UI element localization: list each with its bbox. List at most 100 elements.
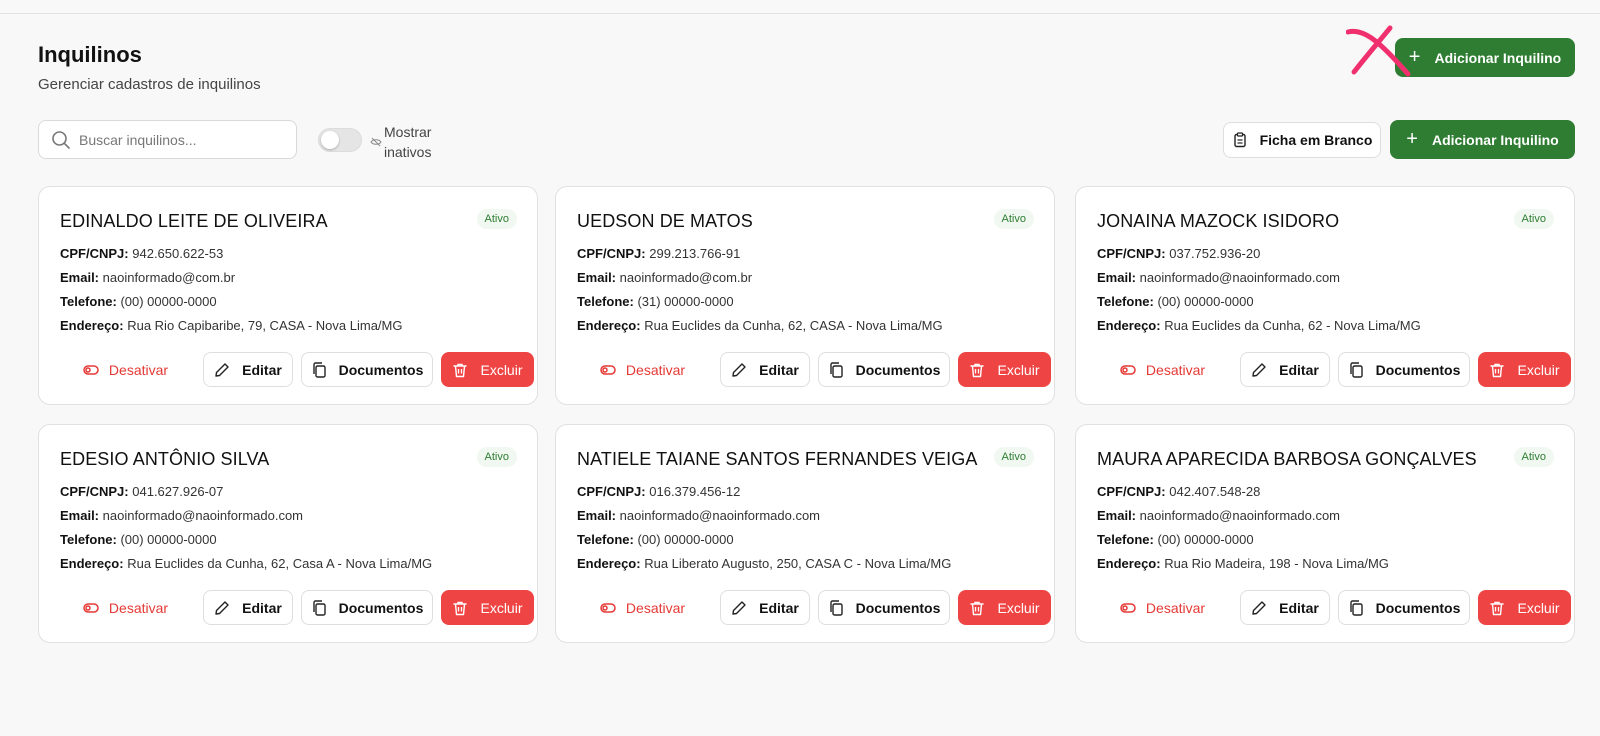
tenant-phone: Telefone: (00) 00000-0000 xyxy=(60,294,217,309)
edit-button[interactable]: Editar xyxy=(203,590,293,625)
delete-button[interactable]: Excluir xyxy=(1478,352,1571,387)
status-badge: Ativo xyxy=(993,447,1034,467)
tenant-card: EDINALDO LEITE DE OLIVEIRA Ativo CPF/CNP… xyxy=(38,186,538,405)
tenant-card: UEDSON DE MATOS Ativo CPF/CNPJ: 299.213.… xyxy=(555,186,1055,405)
card-actions: Desativar Editar Documentos Excluir xyxy=(60,590,534,625)
search-box[interactable] xyxy=(38,120,297,159)
tenant-card: NATIELE TAIANE SANTOS FERNANDES VEIGA At… xyxy=(555,424,1055,643)
cpf-value: 041.627.926-07 xyxy=(132,484,224,499)
documents-label: Documentos xyxy=(1375,599,1461,616)
deactivate-button[interactable]: Desativar xyxy=(1097,352,1228,387)
tenant-cpf: CPF/CNPJ: 942.650.622-53 xyxy=(60,246,223,261)
cpf-value: 042.407.548-28 xyxy=(1169,484,1261,499)
card-actions: Desativar Editar Documentos Excluir xyxy=(60,352,534,387)
card-actions: Desativar Editar Documentos Excluir xyxy=(577,352,1051,387)
trash-icon xyxy=(453,363,468,377)
deactivate-label: Desativar xyxy=(108,599,169,616)
tenant-address: Endereço: Rua Liberato Augusto, 250, CAS… xyxy=(577,556,951,571)
deactivate-label: Desativar xyxy=(625,361,686,378)
delete-button[interactable]: Excluir xyxy=(958,352,1051,387)
tenant-name: NATIELE TAIANE SANTOS FERNANDES VEIGA xyxy=(577,449,978,469)
phone-value: (31) 00000-0000 xyxy=(637,294,734,309)
tenant-address: Endereço: Rua Rio Madeira, 198 - Nova Li… xyxy=(1097,556,1389,571)
delete-button[interactable]: Excluir xyxy=(958,590,1051,625)
email-value: naoinformado@com.br xyxy=(619,270,753,285)
copy-icon xyxy=(829,599,843,616)
edit-button[interactable]: Editar xyxy=(720,590,810,625)
deactivate-label: Desativar xyxy=(625,599,686,616)
documents-button[interactable]: Documentos xyxy=(1338,590,1470,625)
tenant-phone: Telefone: (00) 00000-0000 xyxy=(1097,294,1254,309)
add-tenant-label: Adicionar Inquilino xyxy=(1434,49,1562,66)
cpf-label: CPF/CNPJ: xyxy=(1097,246,1166,261)
documents-label: Documentos xyxy=(1375,361,1461,378)
documents-button[interactable]: Documentos xyxy=(301,352,433,387)
card-actions: Desativar Editar Documentos Excluir xyxy=(1097,590,1571,625)
cpf-label: CPF/CNPJ: xyxy=(577,484,646,499)
edit-label: Editar xyxy=(242,361,282,378)
delete-button[interactable]: Excluir xyxy=(441,352,534,387)
address-label: Endereço: xyxy=(577,318,641,333)
address-label: Endereço: xyxy=(60,556,124,571)
status-badge: Ativo xyxy=(476,447,517,467)
toggle-off-icon xyxy=(1120,602,1136,613)
tenant-cpf: CPF/CNPJ: 037.752.936-20 xyxy=(1097,246,1260,261)
tenant-card: JONAINA MAZOCK ISIDORO Ativo CPF/CNPJ: 0… xyxy=(1075,186,1575,405)
cpf-value: 037.752.936-20 xyxy=(1169,246,1261,261)
edit-button[interactable]: Editar xyxy=(720,352,810,387)
cpf-label: CPF/CNPJ: xyxy=(1097,484,1166,499)
card-actions: Desativar Editar Documentos Excluir xyxy=(1097,352,1571,387)
toggle-knob xyxy=(321,131,339,149)
blank-form-button[interactable]: Ficha em Branco xyxy=(1223,122,1381,158)
tenant-address: Endereço: Rua Euclides da Cunha, 62, Cas… xyxy=(60,556,432,571)
delete-label: Excluir xyxy=(997,599,1040,616)
deactivate-label: Desativar xyxy=(1145,599,1206,616)
status-badge: Ativo xyxy=(1513,209,1554,229)
documents-button[interactable]: Documentos xyxy=(818,352,950,387)
edit-button[interactable]: Editar xyxy=(1240,590,1330,625)
documents-label: Documentos xyxy=(855,599,941,616)
deactivate-button[interactable]: Desativar xyxy=(1097,590,1228,625)
tenant-address: Endereço: Rua Rio Capibaribe, 79, CASA -… xyxy=(60,318,403,333)
deactivate-button[interactable]: Desativar xyxy=(577,352,708,387)
add-tenant-button[interactable]: + Adicionar Inquilino xyxy=(1390,120,1575,159)
show-inactive-toggle[interactable] xyxy=(318,128,362,152)
tenant-phone: Telefone: (00) 00000-0000 xyxy=(60,532,217,547)
email-value: naoinformado@naoinformado.com xyxy=(1139,508,1341,523)
cpf-value: 299.213.766-91 xyxy=(649,246,741,261)
documents-button[interactable]: Documentos xyxy=(1338,352,1470,387)
deactivate-button[interactable]: Desativar xyxy=(60,352,191,387)
cpf-value: 016.379.456-12 xyxy=(649,484,741,499)
deactivate-button[interactable]: Desativar xyxy=(60,590,191,625)
trash-icon xyxy=(970,363,985,377)
toggle-off-icon xyxy=(83,364,99,375)
address-value: Rua Rio Capibaribe, 79, CASA - Nova Lima… xyxy=(127,318,403,333)
delete-label: Excluir xyxy=(997,361,1040,378)
add-tenant-button-header[interactable]: + Adicionar Inquilino xyxy=(1395,38,1575,77)
edit-label: Editar xyxy=(1279,361,1319,378)
page-subtitle: Gerenciar cadastros de inquilinos xyxy=(38,76,261,93)
status-badge: Ativo xyxy=(993,209,1034,229)
deactivate-button[interactable]: Desativar xyxy=(577,590,708,625)
tenant-name: EDESIO ANTÔNIO SILVA xyxy=(60,449,270,469)
tenant-name: MAURA APARECIDA BARBOSA GONÇALVES xyxy=(1097,449,1477,469)
edit-button[interactable]: Editar xyxy=(1240,352,1330,387)
delete-button[interactable]: Excluir xyxy=(441,590,534,625)
phone-value: (00) 00000-0000 xyxy=(1157,294,1254,309)
copy-icon xyxy=(1349,599,1363,616)
pencil-icon xyxy=(1252,600,1266,615)
delete-button[interactable]: Excluir xyxy=(1478,590,1571,625)
documents-button[interactable]: Documentos xyxy=(818,590,950,625)
documents-label: Documentos xyxy=(855,361,941,378)
search-input[interactable] xyxy=(79,131,279,148)
phone-value: (00) 00000-0000 xyxy=(120,294,217,309)
copy-icon xyxy=(829,361,843,378)
edit-button[interactable]: Editar xyxy=(203,352,293,387)
delete-label: Excluir xyxy=(1517,599,1560,616)
tenant-cpf: CPF/CNPJ: 041.627.926-07 xyxy=(60,484,223,499)
toggle-off-icon xyxy=(600,602,616,613)
cpf-label: CPF/CNPJ: xyxy=(577,246,646,261)
documents-button[interactable]: Documentos xyxy=(301,590,433,625)
top-bar xyxy=(0,0,1600,14)
address-value: Rua Euclides da Cunha, 62, Casa A - Nova… xyxy=(127,556,433,571)
